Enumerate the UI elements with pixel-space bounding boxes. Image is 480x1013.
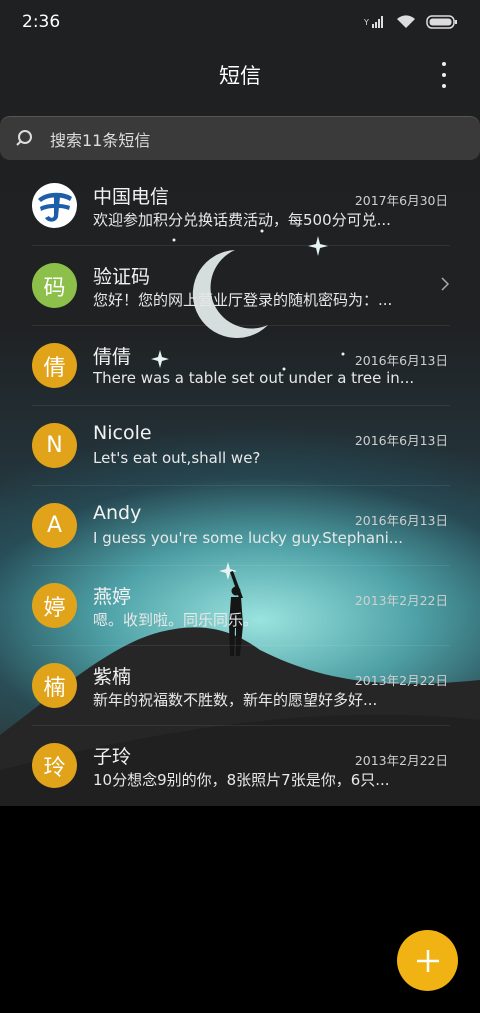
conversation-row[interactable]: N Nicole 2016年6月13日 Let's eat out,shall … [0, 406, 480, 486]
avatar: N [32, 423, 77, 468]
avatar: 楠 [32, 663, 77, 708]
more-dot-icon [442, 73, 446, 77]
status-time: 2:36 [22, 12, 61, 32]
status-bar: 2:36 Y [0, 0, 480, 44]
message-preview: I guess you're some lucky guy.Stephani..… [93, 529, 404, 547]
conversation-row[interactable]: 中国电信 2017年6月30日 欢迎参加积分兑换话费活动，每500分可兑... [0, 166, 480, 246]
message-preview: 欢迎参加积分兑换话费活动，每500分可兑... [93, 211, 391, 229]
chevron-right-icon [441, 277, 450, 291]
svg-text:Y: Y [364, 18, 369, 27]
china-telecom-logo-icon [32, 183, 77, 228]
message-preview: There was a table set out under a tree i… [93, 369, 413, 387]
message-date: 2013年2月22日 [354, 593, 448, 608]
message-preview: 您好！您的网上营业厅登录的随机密码为：... [93, 291, 393, 309]
new-message-button[interactable] [397, 930, 458, 991]
title-bar: 短信 [0, 48, 480, 102]
message-date: 2017年6月30日 [354, 193, 448, 208]
search-placeholder: 搜索11条短信 [50, 130, 151, 150]
avatar: 玲 [32, 743, 77, 788]
plus-icon [416, 949, 439, 972]
avatar: A [32, 503, 77, 548]
message-date: 2013年2月22日 [354, 673, 448, 688]
conversation-row[interactable]: 倩 倩倩 2016年6月13日 There was a table set ou… [0, 326, 480, 406]
search-input[interactable]: 搜索11条短信 [0, 116, 480, 160]
more-dot-icon [442, 84, 446, 88]
conversation-row[interactable]: 楠 紫楠 2013年2月22日 新年的祝福数不胜数，新年的愿望好多好... [0, 646, 480, 726]
message-date: 2016年6月13日 [354, 513, 448, 528]
contact-name: Andy [93, 502, 142, 524]
search-icon [16, 129, 32, 146]
wifi-icon [397, 15, 415, 28]
conversation-row[interactable]: 码 验证码 您好！您的网上营业厅登录的随机密码为：... [0, 246, 480, 326]
contact-name: Nicole [93, 422, 152, 444]
conversation-row[interactable]: A Andy 2016年6月13日 I guess you're some lu… [0, 486, 480, 566]
contact-name: 中国电信 [93, 186, 170, 208]
message-date: 2016年6月13日 [354, 353, 448, 368]
signal-icon: Y [364, 16, 383, 28]
contact-name: 燕婷 [93, 586, 132, 608]
conversation-row[interactable]: 婷 燕婷 2013年2月22日 嗯。收到啦。同乐同乐。 [0, 566, 480, 646]
contact-name: 验证码 [93, 266, 151, 288]
contact-name: 紫楠 [93, 666, 132, 688]
message-preview: 10分想念9别的你，8张照片7张是你，6只... [93, 771, 390, 789]
more-options-button[interactable] [434, 62, 454, 88]
page-title: 短信 [219, 64, 261, 88]
battery-icon [426, 15, 457, 29]
avatar: 婷 [32, 583, 77, 628]
message-preview: 嗯。收到啦。同乐同乐。 [93, 611, 259, 629]
contact-name: 倩倩 [93, 346, 132, 368]
conversation-list: 中国电信 2017年6月30日 欢迎参加积分兑换话费活动，每500分可兑... … [0, 166, 480, 806]
message-preview: 新年的祝福数不胜数，新年的愿望好多好... [93, 691, 378, 709]
avatar: 码 [32, 263, 77, 308]
conversation-row[interactable]: 玲 子玲 2013年2月22日 10分想念9别的你，8张照片7张是你，6只... [0, 726, 480, 806]
message-date: 2016年6月13日 [354, 433, 448, 448]
more-dot-icon [442, 62, 446, 66]
avatar [32, 183, 77, 228]
message-date: 2013年2月22日 [354, 753, 448, 768]
message-preview: Let's eat out,shall we? [93, 449, 261, 467]
contact-name: 子玲 [93, 746, 132, 768]
avatar: 倩 [32, 343, 77, 388]
